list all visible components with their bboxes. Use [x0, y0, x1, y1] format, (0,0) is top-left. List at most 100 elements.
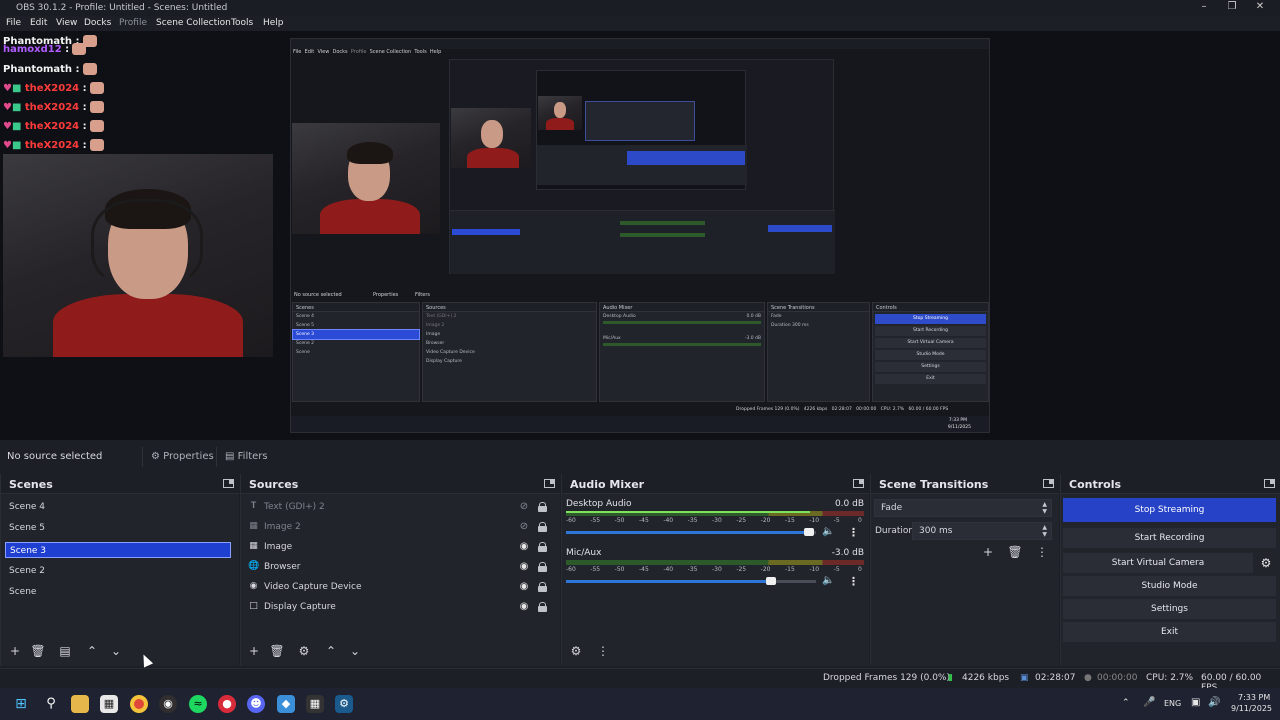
- remove-transition-icon[interactable]: 🗑: [1006, 545, 1024, 561]
- undock-icon[interactable]: [1043, 479, 1054, 488]
- mixer-channel: Desktop Audio 0.0 dB -60 -55 -50 -45 -40 -35-…: [562, 499, 864, 543]
- volume-slider[interactable]: [566, 577, 816, 585]
- settings-button[interactable]: Settings: [1063, 599, 1276, 619]
- remove-source-icon[interactable]: 🗑: [268, 644, 286, 660]
- move-down-icon[interactable]: ⌄: [346, 644, 364, 660]
- menu-help[interactable]: Help: [263, 18, 284, 28]
- steam-icon[interactable]: ⚙: [335, 695, 353, 713]
- hidden-eye-icon[interactable]: ⊘: [518, 501, 530, 513]
- add-source-icon[interactable]: +: [245, 644, 263, 660]
- menu-docks[interactable]: Docks: [84, 18, 111, 28]
- properties-button[interactable]: ⚙ Properties: [142, 447, 222, 467]
- eye-icon[interactable]: ◉: [518, 541, 530, 553]
- lock-icon[interactable]: [538, 502, 547, 512]
- transition-select[interactable]: Fade ▲ ▼: [874, 499, 1052, 517]
- menu-tools[interactable]: Tools: [231, 18, 253, 28]
- discord-icon[interactable]: ☻: [247, 695, 265, 713]
- add-scene-icon[interactable]: +: [6, 644, 24, 660]
- scale-tick: -50: [614, 517, 625, 524]
- speaker-icon[interactable]: 🔈: [822, 526, 834, 537]
- spinner-icon[interactable]: ▲ ▼: [1042, 524, 1047, 538]
- eye-icon[interactable]: ◉: [518, 561, 530, 573]
- hidden-eye-icon[interactable]: ⊘: [518, 521, 530, 533]
- start-recording-button[interactable]: Start Recording: [1063, 528, 1276, 548]
- scale-tick: -55: [590, 517, 601, 524]
- slider-handle[interactable]: [766, 577, 776, 585]
- program-preview[interactable]: Phantomath : hamoxd12 : Phantomath : ♥■ …: [0, 31, 1280, 440]
- source-item[interactable]: ▦ Image 2 ⊘: [248, 519, 553, 537]
- speaker-icon[interactable]: 🔈: [822, 575, 834, 586]
- undock-icon[interactable]: [223, 479, 234, 488]
- file-explorer-icon[interactable]: [71, 695, 89, 713]
- scene-item[interactable]: Scene 5: [5, 520, 231, 536]
- gear-icon[interactable]: ⚙: [1256, 553, 1276, 573]
- menu-file[interactable]: File: [6, 18, 21, 28]
- add-transition-icon[interactable]: +: [979, 545, 997, 561]
- source-item[interactable]: □ Display Capture ◉: [248, 599, 553, 617]
- lock-icon[interactable]: [538, 562, 547, 572]
- spotify-icon[interactable]: ≈: [189, 695, 207, 713]
- eye-icon[interactable]: ◉: [518, 601, 530, 613]
- exit-button[interactable]: Exit: [1063, 622, 1276, 642]
- scale-tick: 0: [858, 566, 862, 573]
- close-icon[interactable]: ✕: [1250, 1, 1270, 15]
- menu-scene-collection[interactable]: Scene Collection: [156, 18, 231, 28]
- duration-spinbox[interactable]: 300 ms ▲ ▼: [912, 522, 1052, 540]
- chrome-icon[interactable]: [130, 695, 148, 713]
- menu-edit[interactable]: Edit: [30, 18, 47, 28]
- source-item[interactable]: ◉ Video Capture Device ◉: [248, 579, 553, 597]
- lock-icon[interactable]: [538, 582, 547, 592]
- search-icon[interactable]: ⚲: [42, 695, 60, 713]
- lock-icon[interactable]: [538, 522, 547, 532]
- scene-item[interactable]: Scene 4: [5, 499, 231, 515]
- minimize-icon[interactable]: –: [1194, 1, 1214, 15]
- more-icon[interactable]: ⋮: [848, 575, 859, 588]
- nested-controls-dock: Controls Stop Streaming Start Recording …: [872, 302, 989, 402]
- move-up-icon[interactable]: ⌃: [322, 644, 340, 660]
- volume-slider[interactable]: [566, 528, 816, 536]
- remove-scene-icon[interactable]: 🗑: [29, 644, 47, 660]
- volume-icon[interactable]: 🔊: [1208, 697, 1220, 708]
- scene-item[interactable]: Scene: [5, 584, 231, 600]
- restore-icon[interactable]: ❐: [1222, 1, 1242, 15]
- mixer-menu-icon[interactable]: ⋮: [594, 644, 612, 660]
- clock-date[interactable]: 9/11/2025: [1231, 704, 1272, 713]
- slider-handle[interactable]: [803, 528, 814, 536]
- clock-time[interactable]: 7:33 PM: [1238, 693, 1270, 702]
- scene-filters-icon[interactable]: ▤: [56, 644, 74, 660]
- filters-button[interactable]: ▤ Filters: [216, 447, 276, 467]
- undock-icon[interactable]: [853, 479, 864, 488]
- app-icon[interactable]: ●: [218, 695, 236, 713]
- studio-mode-button[interactable]: Studio Mode: [1063, 576, 1276, 596]
- source-item[interactable]: 𝐓 Text (GDI+) 2 ⊘: [248, 499, 553, 517]
- menu-view[interactable]: View: [56, 18, 77, 28]
- source-properties-icon[interactable]: ⚙: [295, 644, 313, 660]
- source-item[interactable]: ▦ Image ◉: [248, 539, 553, 557]
- menu-profile[interactable]: Profile: [119, 18, 147, 28]
- eye-icon[interactable]: ◉: [518, 581, 530, 593]
- move-down-icon[interactable]: ⌄: [107, 644, 125, 660]
- tray-chevron-icon[interactable]: ⌃: [1122, 698, 1130, 708]
- app-icon[interactable]: ◆: [277, 695, 295, 713]
- scene-item-selected[interactable]: Scene 3: [5, 542, 231, 558]
- transition-menu-icon[interactable]: ⋮: [1033, 545, 1051, 561]
- source-item[interactable]: 🌐 Browser ◉: [248, 559, 553, 577]
- undock-icon[interactable]: [544, 479, 555, 488]
- lock-icon[interactable]: [538, 542, 547, 552]
- undock-icon[interactable]: [1264, 479, 1275, 488]
- language-indicator[interactable]: ENG: [1164, 699, 1181, 708]
- obs-icon[interactable]: ◉: [159, 695, 177, 713]
- channel-name: Desktop Audio: [566, 499, 632, 509]
- windows-start-icon[interactable]: ⊞: [12, 695, 30, 713]
- move-up-icon[interactable]: ⌃: [83, 644, 101, 660]
- stop-streaming-button[interactable]: Stop Streaming: [1063, 498, 1276, 522]
- app-icon[interactable]: ▦: [306, 695, 324, 713]
- lock-icon[interactable]: [538, 602, 547, 612]
- microphone-icon[interactable]: 🎤: [1143, 697, 1155, 708]
- network-icon[interactable]: ▣: [1191, 697, 1200, 708]
- advanced-audio-icon[interactable]: ⚙: [567, 644, 585, 660]
- more-icon[interactable]: ⋮: [848, 526, 859, 539]
- start-virtual-camera-button[interactable]: Start Virtual Camera: [1063, 553, 1253, 573]
- scene-item[interactable]: Scene 2: [5, 563, 231, 579]
- store-icon[interactable]: ▦: [100, 695, 118, 713]
